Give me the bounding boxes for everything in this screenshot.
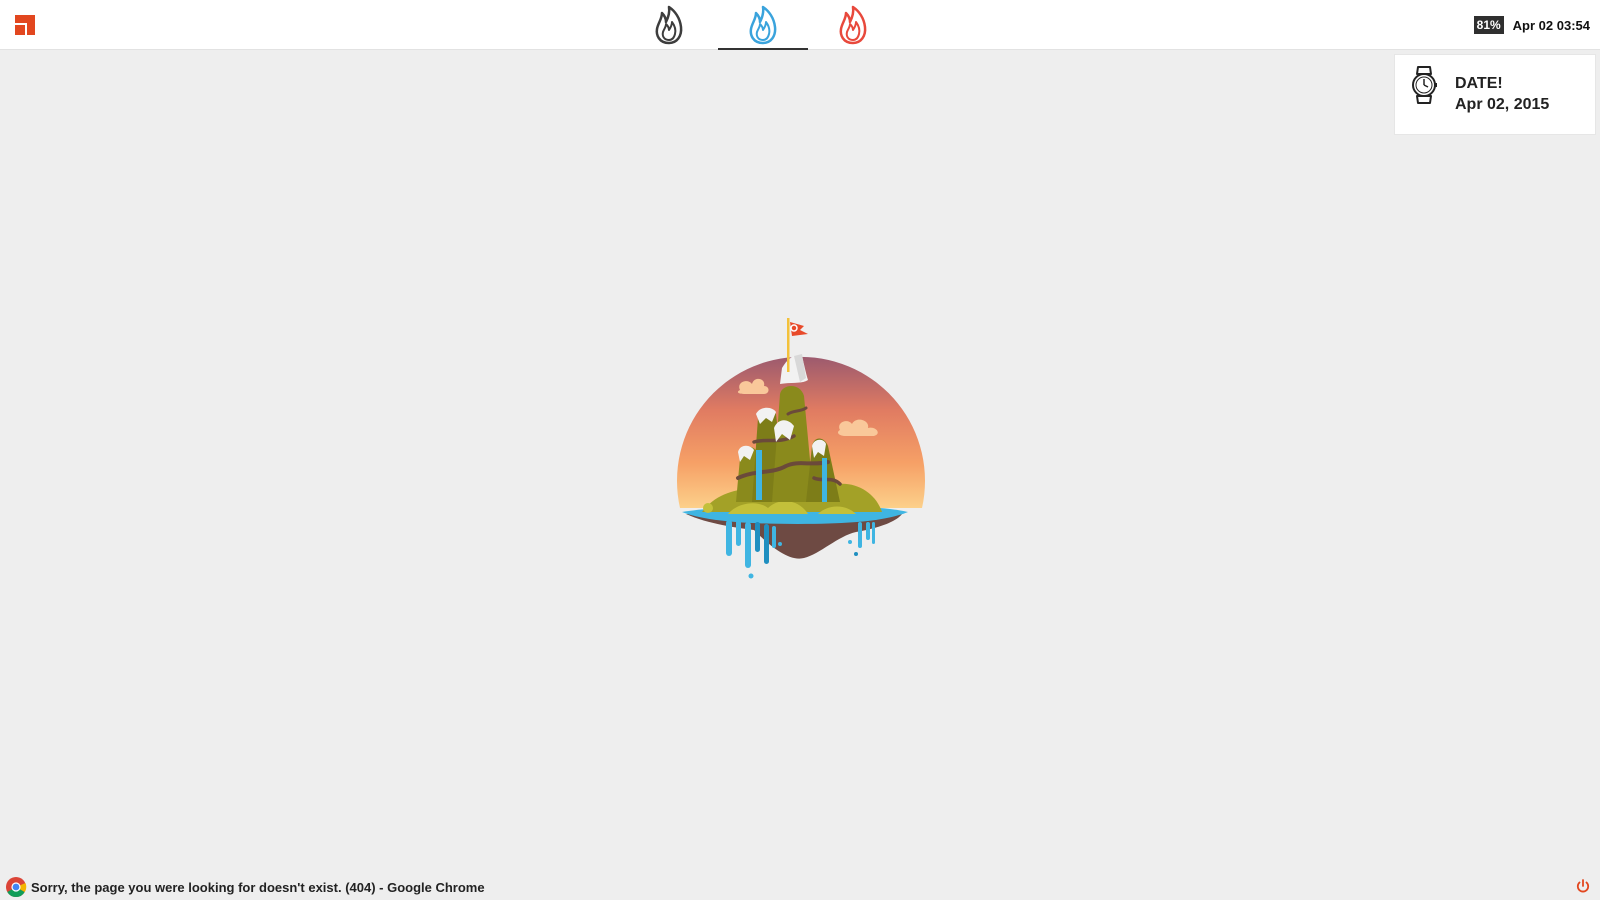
- workspace-tab-1[interactable]: [624, 0, 714, 50]
- app-menu-icon: [15, 15, 35, 35]
- notification-popup[interactable]: DATE! Apr 02, 2015: [1394, 54, 1596, 135]
- top-panel: 81% Apr 02 03:54: [0, 0, 1600, 50]
- floating-island-illustration: [668, 318, 928, 586]
- chrome-icon[interactable]: [5, 876, 27, 898]
- flame-icon: [839, 5, 867, 45]
- system-tray: 81% Apr 02 03:54: [1473, 15, 1590, 35]
- flame-icon: [655, 5, 683, 45]
- bottom-panel: Sorry, the page you were looking for doe…: [0, 872, 1600, 900]
- active-window-title[interactable]: Sorry, the page you were looking for doe…: [31, 880, 485, 895]
- power-icon: [1576, 879, 1590, 893]
- flame-icon: [749, 5, 777, 45]
- power-button[interactable]: [1575, 878, 1591, 894]
- app-menu-button[interactable]: [13, 13, 37, 37]
- battery-indicator[interactable]: 81%: [1473, 16, 1504, 34]
- notification-body: Apr 02, 2015: [1455, 96, 1550, 113]
- clock[interactable]: Apr 02 03:54: [1513, 18, 1590, 33]
- notification-title: DATE!: [1455, 75, 1503, 92]
- workspace-tab-2[interactable]: [718, 0, 808, 50]
- watch-icon: [1412, 66, 1437, 104]
- workspace-tab-3[interactable]: [808, 0, 898, 50]
